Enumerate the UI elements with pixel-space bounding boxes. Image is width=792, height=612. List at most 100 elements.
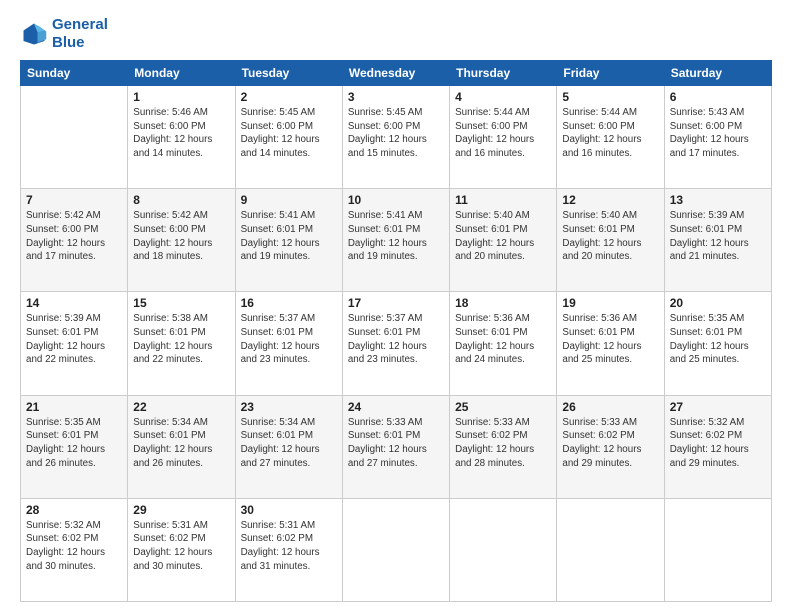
cell-date-number: 1: [133, 90, 229, 104]
cell-info-text: Sunrise: 5:42 AMSunset: 6:00 PMDaylight:…: [133, 209, 229, 264]
cell-date-number: 13: [670, 193, 766, 207]
cell-date-number: 30: [241, 503, 337, 517]
cell-info-text: Sunrise: 5:41 AMSunset: 6:01 PMDaylight:…: [241, 209, 337, 264]
cell-date-number: 29: [133, 503, 229, 517]
calendar-cell: 12 Sunrise: 5:40 AMSunset: 6:01 PMDayligh…: [557, 189, 664, 292]
calendar-cell: 10 Sunrise: 5:41 AMSunset: 6:01 PMDayligh…: [342, 189, 449, 292]
cell-info-text: Sunrise: 5:33 AMSunset: 6:01 PMDaylight:…: [348, 416, 444, 471]
calendar-week-5: 28Sunrise: 5:32 AMSunset: 6:02 PMDayligh…: [21, 498, 772, 601]
calendar-cell: 28Sunrise: 5:32 AMSunset: 6:02 PMDayligh…: [21, 498, 128, 601]
cell-info-text: Sunrise: 5:44 AMSunset: 6:00 PMDaylight:…: [455, 106, 551, 161]
cell-info-text: Sunrise: 5:33 AMSunset: 6:02 PMDaylight:…: [455, 416, 551, 471]
calendar-cell: 27 Sunrise: 5:32 AMSunset: 6:02 PMDayligh…: [664, 395, 771, 498]
cell-date-number: 27: [670, 400, 766, 414]
day-header-tuesday: Tuesday: [235, 61, 342, 86]
calendar-cell: [664, 498, 771, 601]
calendar-cell: [342, 498, 449, 601]
day-header-saturday: Saturday: [664, 61, 771, 86]
calendar-cell: 17 Sunrise: 5:37 AMSunset: 6:01 PMDayligh…: [342, 292, 449, 395]
cell-date-number: 4: [455, 90, 551, 104]
day-header-friday: Friday: [557, 61, 664, 86]
calendar-cell: 13 Sunrise: 5:39 AMSunset: 6:01 PMDayligh…: [664, 189, 771, 292]
calendar-cell: [21, 86, 128, 189]
cell-info-text: Sunrise: 5:41 AMSunset: 6:01 PMDaylight:…: [348, 209, 444, 264]
cell-info-text: Sunrise: 5:31 AMSunset: 6:02 PMDaylight:…: [133, 519, 229, 574]
calendar-cell: 16Sunrise: 5:37 AMSunset: 6:01 PMDayligh…: [235, 292, 342, 395]
cell-info-text: Sunrise: 5:42 AMSunset: 6:00 PMDaylight:…: [26, 209, 122, 264]
cell-info-text: Sunrise: 5:39 AMSunset: 6:01 PMDaylight:…: [670, 209, 766, 264]
cell-date-number: 25: [455, 400, 551, 414]
calendar-cell: 15 Sunrise: 5:38 AMSunset: 6:01 PMDayligh…: [128, 292, 235, 395]
cell-date-number: 21: [26, 400, 122, 414]
cell-date-number: 11: [455, 193, 551, 207]
cell-date-number: 14: [26, 296, 122, 310]
cell-info-text: Sunrise: 5:40 AMSunset: 6:01 PMDaylight:…: [455, 209, 551, 264]
cell-info-text: Sunrise: 5:35 AMSunset: 6:01 PMDaylight:…: [26, 416, 122, 471]
calendar-cell: 7 Sunrise: 5:42 AMSunset: 6:00 PMDaylight…: [21, 189, 128, 292]
calendar-header-row: SundayMondayTuesdayWednesdayThursdayFrid…: [21, 61, 772, 86]
cell-date-number: 2: [241, 90, 337, 104]
calendar-cell: 1 Sunrise: 5:46 AMSunset: 6:00 PMDaylight…: [128, 86, 235, 189]
cell-info-text: Sunrise: 5:39 AMSunset: 6:01 PMDaylight:…: [26, 312, 122, 367]
cell-date-number: 7: [26, 193, 122, 207]
cell-info-text: Sunrise: 5:37 AMSunset: 6:01 PMDaylight:…: [348, 312, 444, 367]
cell-info-text: Sunrise: 5:34 AMSunset: 6:01 PMDaylight:…: [133, 416, 229, 471]
calendar-cell: 2 Sunrise: 5:45 AMSunset: 6:00 PMDaylight…: [235, 86, 342, 189]
cell-info-text: Sunrise: 5:46 AMSunset: 6:00 PMDaylight:…: [133, 106, 229, 161]
cell-info-text: Sunrise: 5:45 AMSunset: 6:00 PMDaylight:…: [348, 106, 444, 161]
cell-info-text: Sunrise: 5:45 AMSunset: 6:00 PMDaylight:…: [241, 106, 337, 161]
cell-info-text: Sunrise: 5:32 AMSunset: 6:02 PMDaylight:…: [670, 416, 766, 471]
cell-info-text: Sunrise: 5:43 AMSunset: 6:00 PMDaylight:…: [670, 106, 766, 161]
calendar-cell: 30 Sunrise: 5:31 AMSunset: 6:02 PMDayligh…: [235, 498, 342, 601]
calendar-cell: 6 Sunrise: 5:43 AMSunset: 6:00 PMDaylight…: [664, 86, 771, 189]
calendar-cell: 24 Sunrise: 5:33 AMSunset: 6:01 PMDayligh…: [342, 395, 449, 498]
day-header-thursday: Thursday: [450, 61, 557, 86]
cell-date-number: 6: [670, 90, 766, 104]
calendar-cell: 20Sunrise: 5:35 AMSunset: 6:01 PMDayligh…: [664, 292, 771, 395]
cell-info-text: Sunrise: 5:37 AMSunset: 6:01 PMDaylight:…: [241, 312, 337, 367]
cell-date-number: 12: [562, 193, 658, 207]
cell-info-text: Sunrise: 5:44 AMSunset: 6:00 PMDaylight:…: [562, 106, 658, 161]
calendar-cell: 19 Sunrise: 5:36 AMSunset: 6:01 PMDayligh…: [557, 292, 664, 395]
page: General Blue SundayMondayTuesdayWednesda…: [0, 0, 792, 612]
cell-info-text: Sunrise: 5:36 AMSunset: 6:01 PMDaylight:…: [562, 312, 658, 367]
cell-date-number: 5: [562, 90, 658, 104]
cell-info-text: Sunrise: 5:36 AMSunset: 6:01 PMDaylight:…: [455, 312, 551, 367]
cell-date-number: 10: [348, 193, 444, 207]
calendar-cell: 9 Sunrise: 5:41 AMSunset: 6:01 PMDaylight…: [235, 189, 342, 292]
cell-info-text: Sunrise: 5:33 AMSunset: 6:02 PMDaylight:…: [562, 416, 658, 471]
cell-date-number: 26: [562, 400, 658, 414]
cell-info-text: Sunrise: 5:34 AMSunset: 6:01 PMDaylight:…: [241, 416, 337, 471]
cell-date-number: 15: [133, 296, 229, 310]
cell-date-number: 17: [348, 296, 444, 310]
calendar-cell: 18Sunrise: 5:36 AMSunset: 6:01 PMDayligh…: [450, 292, 557, 395]
calendar-week-1: 1 Sunrise: 5:46 AMSunset: 6:00 PMDaylight…: [21, 86, 772, 189]
calendar-table: SundayMondayTuesdayWednesdayThursdayFrid…: [20, 60, 772, 602]
calendar-cell: 29 Sunrise: 5:31 AMSunset: 6:02 PMDayligh…: [128, 498, 235, 601]
cell-date-number: 9: [241, 193, 337, 207]
calendar-cell: [557, 498, 664, 601]
calendar-cell: 5 Sunrise: 5:44 AMSunset: 6:00 PMDaylight…: [557, 86, 664, 189]
day-header-monday: Monday: [128, 61, 235, 86]
cell-info-text: Sunrise: 5:40 AMSunset: 6:01 PMDaylight:…: [562, 209, 658, 264]
calendar-cell: [450, 498, 557, 601]
calendar-cell: 21 Sunrise: 5:35 AMSunset: 6:01 PMDayligh…: [21, 395, 128, 498]
calendar-cell: 22 Sunrise: 5:34 AMSunset: 6:01 PMDayligh…: [128, 395, 235, 498]
cell-date-number: 20: [670, 296, 766, 310]
cell-info-text: Sunrise: 5:38 AMSunset: 6:01 PMDaylight:…: [133, 312, 229, 367]
cell-date-number: 19: [562, 296, 658, 310]
calendar-week-2: 7 Sunrise: 5:42 AMSunset: 6:00 PMDaylight…: [21, 189, 772, 292]
calendar-cell: 3 Sunrise: 5:45 AMSunset: 6:00 PMDaylight…: [342, 86, 449, 189]
cell-date-number: 8: [133, 193, 229, 207]
calendar-cell: 8 Sunrise: 5:42 AMSunset: 6:00 PMDaylight…: [128, 189, 235, 292]
cell-date-number: 3: [348, 90, 444, 104]
cell-date-number: 24: [348, 400, 444, 414]
calendar-week-3: 14 Sunrise: 5:39 AMSunset: 6:01 PMDayligh…: [21, 292, 772, 395]
cell-date-number: 23: [241, 400, 337, 414]
cell-date-number: 22: [133, 400, 229, 414]
cell-info-text: Sunrise: 5:31 AMSunset: 6:02 PMDaylight:…: [241, 519, 337, 574]
calendar-cell: 11 Sunrise: 5:40 AMSunset: 6:01 PMDayligh…: [450, 189, 557, 292]
cell-info-text: Sunrise: 5:32 AMSunset: 6:02 PMDaylight:…: [26, 519, 122, 574]
calendar-cell: 14 Sunrise: 5:39 AMSunset: 6:01 PMDayligh…: [21, 292, 128, 395]
calendar-cell: 25 Sunrise: 5:33 AMSunset: 6:02 PMDayligh…: [450, 395, 557, 498]
